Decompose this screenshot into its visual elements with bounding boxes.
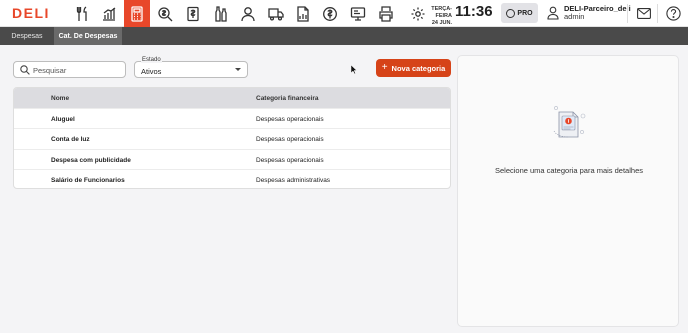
chart-icon[interactable] (96, 0, 122, 27)
categories-table: Nome Categoria financeira Aluguel Despes… (13, 87, 451, 189)
utensils-icon[interactable] (70, 0, 96, 27)
clock: 11:36 (455, 3, 493, 20)
table-row[interactable]: Conta de luz Despesas operacionais (14, 128, 450, 148)
wallet-icon[interactable] (180, 0, 206, 27)
tab-cat-despesas[interactable]: Cat. De Despesas (54, 27, 122, 45)
deli-logo[interactable]: DELI (12, 5, 50, 21)
plan-label: PRO (517, 9, 533, 17)
column-header-name[interactable]: Nome (51, 95, 69, 102)
tab-despesas[interactable]: Despesas (0, 27, 54, 45)
table-row[interactable]: Salário de Funcionarios Despesas adminis… (14, 169, 450, 188)
help-button[interactable] (664, 4, 683, 23)
search-placeholder: Pesquisar (33, 66, 67, 75)
cell-category: Despesas operacionais (256, 116, 324, 123)
calculator-icon[interactable] (124, 0, 150, 27)
search-input[interactable]: Pesquisar (13, 61, 126, 78)
user-icon[interactable] (235, 0, 261, 27)
date-display: TERÇA-FEIRA 24 JUN. (418, 6, 452, 27)
search-money-icon[interactable] (152, 0, 178, 27)
account-icon (547, 6, 559, 20)
cell-name: Despesa com publicidade (51, 157, 131, 164)
plan-badge[interactable]: PRO (501, 3, 538, 23)
cell-category: Despesas operacionais (256, 136, 324, 143)
weekday-text: TERÇA-FEIRA (431, 6, 452, 19)
mail-icon (636, 8, 651, 19)
new-category-label: Nova categoria (391, 63, 446, 73)
truck-icon[interactable] (263, 0, 289, 27)
table-row[interactable]: Despesa com publicidade Despesas operaci… (14, 149, 450, 169)
date-text: 24 JUN. (431, 20, 452, 26)
help-icon (666, 6, 681, 21)
sub-navigation-tabs: Despesas Cat. De Despesas (0, 27, 688, 45)
empty-state-message: Selecione uma categoria para mais detalh… (494, 166, 643, 175)
new-category-button[interactable]: + Nova categoria (376, 59, 451, 77)
table-row[interactable]: Aluguel Despesas operacionais (14, 108, 450, 128)
report-icon[interactable] (290, 0, 316, 27)
column-header-category[interactable]: Categoria financeira (256, 95, 319, 102)
user-role: admin (564, 12, 585, 21)
bottles-icon[interactable] (208, 0, 234, 27)
status-value: Ativos (141, 67, 162, 76)
cell-category: Despesas administrativas (256, 177, 331, 184)
cell-name: Aluguel (51, 116, 75, 123)
coin-icon[interactable] (317, 0, 343, 27)
cell-name: Salário de Funcionarios (51, 177, 125, 184)
table-header: Nome Categoria financeira (14, 88, 450, 108)
divider (657, 4, 658, 23)
status-label: Estado (141, 57, 162, 63)
pos-icon[interactable] (345, 0, 371, 27)
top-navigation-bar: DELI TERÇA-FEIRA 24 JUN. 11:36 PRO DELI-… (0, 0, 688, 27)
cell-category: Despesas operacionais (256, 157, 324, 164)
messages-button[interactable] (634, 4, 653, 23)
status-select[interactable]: Ativos (134, 61, 248, 78)
cell-name: Conta de luz (51, 136, 90, 143)
divider (627, 4, 628, 23)
category-detail-panel: Selecione uma categoria para mais detalh… (457, 55, 679, 327)
search-icon (20, 65, 30, 75)
empty-state-illustration (553, 106, 586, 138)
plan-icon (506, 8, 516, 18)
printer-icon[interactable] (373, 0, 399, 27)
mouse-cursor-icon (351, 65, 357, 74)
chevron-down-icon (235, 68, 241, 71)
plus-icon: + (381, 62, 388, 73)
